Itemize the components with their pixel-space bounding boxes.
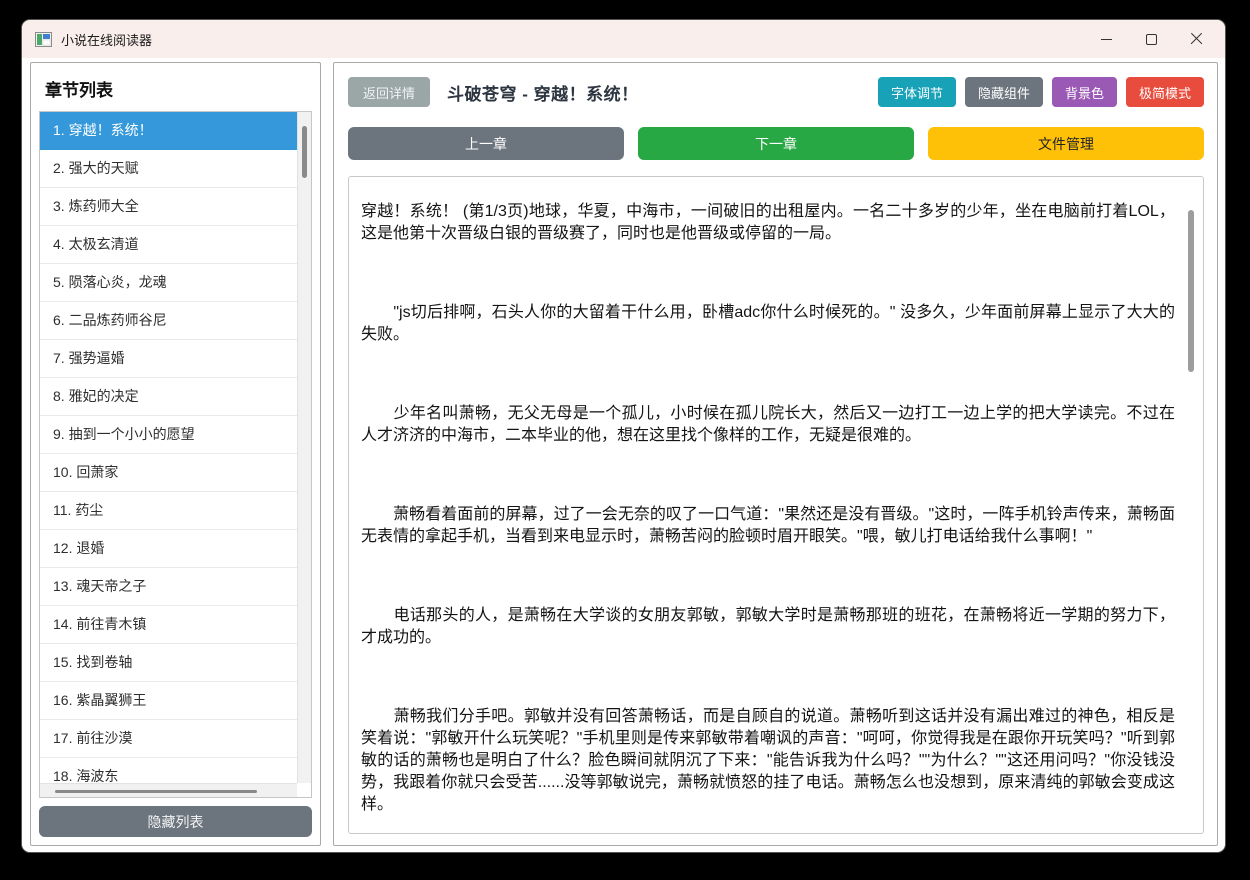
chapter-panel-title: 章节列表	[45, 81, 113, 100]
window-title: 小说在线阅读器	[61, 32, 153, 48]
minimize-icon	[1101, 38, 1112, 40]
chapter-paragraph: 少年名叫萧畅，无父无母是一个孤儿，小时候在孤儿院长大，然后又一边打工一边上学的把…	[361, 405, 1175, 444]
book-chapter-title: 斗破苍穹 - 穿越！系统！	[447, 84, 639, 104]
reader-header: 返回详情 斗破苍穹 - 穿越！系统！ 字体调节 隐藏组件 背景色 极简模式	[348, 77, 1204, 107]
chapter-list-item[interactable]: 6. 二品炼药师谷尼	[40, 302, 297, 340]
chapter-list-item[interactable]: 17. 前往沙漠	[40, 720, 297, 758]
close-icon	[1190, 33, 1203, 46]
chapter-list-box: 1. 穿越！系统！ 2. 强大的天赋 3. 炼药师大全 4. 太极玄清道 5. …	[39, 111, 312, 798]
chapter-paragraph: 电话那头的人，是萧畅在大学谈的女朋友郭敏，郭敏大学时是萧畅那班的班花，在萧畅将近…	[361, 607, 1175, 646]
scrollbar-thumb[interactable]	[55, 790, 257, 793]
chapter-list-item[interactable]: 1. 穿越！系统！	[40, 112, 297, 150]
maximize-button[interactable]	[1129, 21, 1174, 57]
chapter-list-scrollbar-horizontal[interactable]	[40, 783, 297, 797]
toolbar-button[interactable]: 隐藏组件	[964, 77, 1043, 107]
titlebar: 小说在线阅读器	[22, 20, 1225, 58]
file-manager-button[interactable]: 文件管理	[928, 127, 1204, 160]
reader-panel: 返回详情 斗破苍穹 - 穿越！系统！ 字体调节 隐藏组件 背景色 极简模式 上一…	[333, 62, 1218, 846]
close-button[interactable]	[1174, 21, 1219, 57]
chapter-text: 穿越！系统！ (第1/3页)地球，华夏，中海市，一间破旧的出租屋内。一名二十多岁…	[361, 201, 1175, 827]
chapter-list-item[interactable]: 14. 前往青木镇	[40, 606, 297, 644]
chapter-paragraph: "js切后排啊，石头人你的大留着干什么用，卧槽adc你什么时候死的。" 没多久，…	[361, 304, 1175, 343]
scrollbar-thumb[interactable]	[302, 126, 307, 178]
toolbar-button[interactable]: 字体调节	[877, 77, 956, 107]
main-content: 章节列表 1. 穿越！系统！ 2. 强大的天赋 3. 炼药师大全 4. 太极玄清…	[22, 58, 1225, 852]
back-to-details-button[interactable]: 返回详情	[348, 77, 431, 107]
chapter-list-item[interactable]: 7. 强势逼婚	[40, 340, 297, 378]
toolbar-button[interactable]: 背景色	[1051, 77, 1117, 107]
app-window: 小说在线阅读器 章节列表 1. 穿越！系统！ 2. 强大的天赋 3. 炼药师大全	[22, 20, 1225, 852]
chapter-list-item[interactable]: 15. 找到卷轴	[40, 644, 297, 682]
text-scrollbar-vertical[interactable]	[1185, 179, 1197, 831]
hide-list-button[interactable]: 隐藏列表	[39, 806, 312, 837]
chapter-nav: 上一章 下一章 文件管理	[348, 127, 1204, 160]
chapter-list-scrollbar-vertical[interactable]	[297, 112, 311, 783]
chapter-paragraph: 萧畅看着面前的屏幕，过了一会无奈的叹了一口气道："果然还是没有晋级。"这时，一阵…	[361, 506, 1175, 545]
chapter-list: 1. 穿越！系统！ 2. 强大的天赋 3. 炼药师大全 4. 太极玄清道 5. …	[40, 112, 297, 783]
chapter-list-item[interactable]: 13. 魂天帝之子	[40, 568, 297, 606]
maximize-icon	[1146, 33, 1157, 45]
chapter-list-item[interactable]: 9. 抽到一个小小的愿望	[40, 416, 297, 454]
chapter-panel: 章节列表 1. 穿越！系统！ 2. 强大的天赋 3. 炼药师大全 4. 太极玄清…	[30, 62, 321, 846]
reader-toolbar: 字体调节 隐藏组件 背景色 极简模式	[877, 77, 1204, 107]
chapter-list-item[interactable]: 10. 回萧家	[40, 454, 297, 492]
previous-chapter-button[interactable]: 上一章	[348, 127, 624, 160]
scrollbar-thumb[interactable]	[1188, 210, 1194, 372]
chapter-list-item[interactable]: 8. 雅妃的决定	[40, 378, 297, 416]
window-controls	[1084, 21, 1219, 57]
chapter-list-item[interactable]: 12. 退婚	[40, 530, 297, 568]
next-chapter-button[interactable]: 下一章	[638, 127, 914, 160]
chapter-paragraph: 穿越！系统！ (第1/3页)地球，华夏，中海市，一间破旧的出租屋内。一名二十多岁…	[361, 203, 1175, 242]
reading-text-area[interactable]: 穿越！系统！ (第1/3页)地球，华夏，中海市，一间破旧的出租屋内。一名二十多岁…	[348, 176, 1204, 834]
chapter-paragraph: 萧畅我们分手吧。郭敏并没有回答萧畅话，而是自顾自的说道。萧畅听到这话并没有漏出难…	[361, 708, 1175, 813]
chapter-list-item[interactable]: 18. 海波东	[40, 758, 297, 783]
chapter-list-item[interactable]: 3. 炼药师大全	[40, 188, 297, 226]
chapter-list-item[interactable]: 4. 太极玄清道	[40, 226, 297, 264]
chapter-list-item[interactable]: 2. 强大的天赋	[40, 150, 297, 188]
toolbar-button[interactable]: 极简模式	[1125, 77, 1204, 107]
app-icon	[35, 31, 52, 47]
chapter-list-item[interactable]: 16. 紫晶翼狮王	[40, 682, 297, 720]
minimize-button[interactable]	[1084, 21, 1129, 57]
chapter-list-item[interactable]: 11. 药尘	[40, 492, 297, 530]
chapter-list-item[interactable]: 5. 陨落心炎，龙魂	[40, 264, 297, 302]
